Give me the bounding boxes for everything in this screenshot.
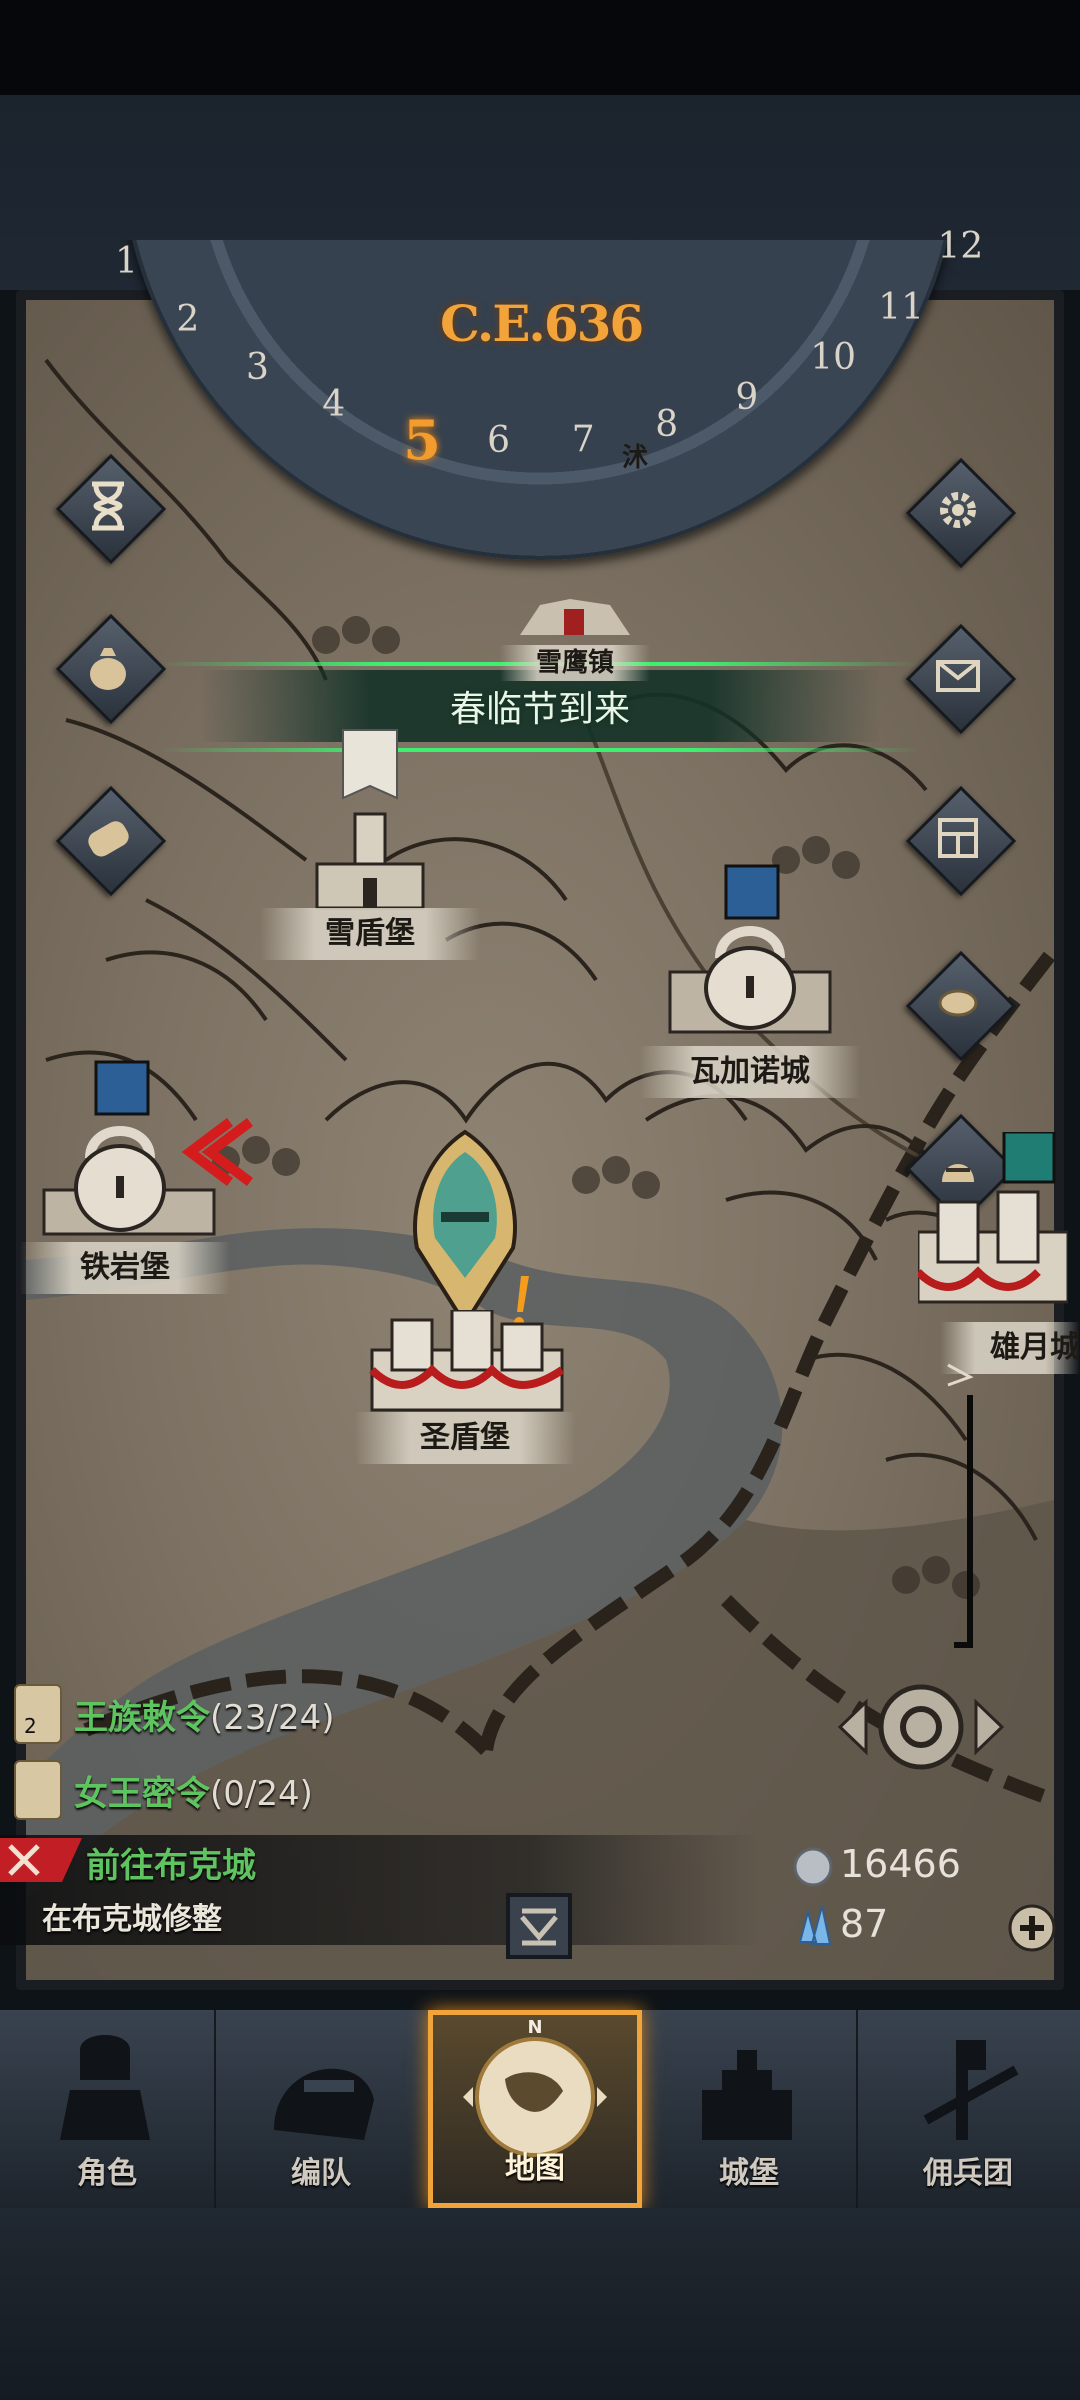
mail-button[interactable] [905,623,1017,735]
month-8: 8 [655,403,679,445]
scroll-button[interactable] [55,785,167,897]
helmet-icon [274,2068,374,2140]
month-11: 11 [878,286,925,328]
month-12: 12 [937,226,984,268]
quest-count: (0/24) [210,1774,313,1814]
snow-town-label: 雪鹰镇 [500,645,650,681]
month-3: 3 [246,347,269,389]
month-4: 4 [322,383,346,425]
bag-button[interactable] [55,613,167,725]
mail-icon [936,660,980,692]
quest-royal-decree[interactable]: 王族敕令(23/24) [74,1690,335,1739]
task-subtitle: 在布克城修整 [42,1902,222,1937]
snow-shield-fort-label: 雪盾堡 [260,908,480,960]
add-crystal-button[interactable] [1006,1902,1058,1954]
gear-icon [940,492,976,528]
holy-shield-fort-label: 圣盾堡 [355,1412,575,1464]
bottom-backdrop [0,2208,1080,2400]
quest-badge: 2 [24,1714,37,1738]
settings-button[interactable] [905,457,1017,569]
quest-queen-order[interactable]: 女王密令(0/24) [74,1766,313,1815]
nav-label: 编队 [291,2156,351,2191]
coin-icon [938,989,978,1017]
red-chevron-icon[interactable] [180,1112,260,1192]
calendar-dial[interactable] [120,240,960,580]
nav-label: 角色 [77,2156,137,2191]
nav-castle[interactable]: 城堡 [642,2010,858,2208]
month-6: 6 [487,420,511,461]
bottom-nav: 角色 编队 N 地图 城堡 佣兵团 [0,2010,1080,2208]
month-9: 9 [735,376,759,418]
scroll-icon [88,821,129,857]
month-10: 10 [810,337,857,379]
snow-town-icon[interactable] [510,585,640,645]
nav-label: 城堡 [719,2156,779,2191]
quest-title: 王族敕令 [74,1698,210,1738]
month-2: 2 [176,298,200,340]
silver-amount: 16466 [840,1842,961,1886]
castle-icon [702,2050,792,2140]
locate-button[interactable] [836,1672,1006,1782]
iron-rock-fort-label: 铁岩堡 [20,1242,230,1294]
window-button[interactable] [905,785,1017,897]
flag-pole-icon [947,1363,974,1648]
top-town-label: 沭 [621,443,648,473]
hourglass-button[interactable] [55,453,167,565]
royal-decree-scroll-icon[interactable]: 2 [14,1684,62,1744]
calendar-ring [120,240,960,560]
nav-mercenary[interactable]: 佣兵团 [856,2010,1080,2208]
window-icon [938,818,978,858]
crossed-swords-icon [0,1838,82,1882]
collapse-button[interactable] [506,1893,572,1959]
vagano-city-label: 瓦加诺城 [640,1046,860,1098]
banner-bottom-line [160,748,920,752]
year-label: C.E.636 [440,294,644,353]
nav-map[interactable]: N 地图 [428,2010,642,2208]
event-banner-text: 春临节到来 [449,689,630,730]
month-5: 5 [403,408,441,473]
status-bar-area [0,0,1080,95]
nav-label: 佣兵团 [923,2156,1013,2191]
nav-label: 地图 [505,2151,565,2186]
money-bag-icon [90,648,126,690]
coin-button[interactable] [905,950,1017,1062]
north-marker: N [527,2017,543,2038]
sword-banner-icon [923,2040,1019,2140]
nav-character[interactable]: 角色 [0,2010,216,2208]
snow-shield-fort-icon[interactable] [305,728,435,918]
crystal-icon [798,1905,832,1945]
queen-order-scroll-icon[interactable] [14,1760,62,1820]
task-title: 前往布克城 [86,1846,256,1886]
moon-city-icon[interactable] [918,1132,1068,1322]
knight-icon [60,2035,150,2140]
crystal-amount: 87 [840,1902,889,1946]
hourglass-icon [92,481,124,531]
silver-coin-icon [793,1847,833,1887]
quest-count: (23/24) [210,1698,335,1738]
nav-formation[interactable]: 编队 [214,2010,430,2208]
holy-shield-fort-icon[interactable] [362,1310,572,1420]
month-1: 1 [114,240,138,282]
quest-title: 女王密令 [74,1774,210,1814]
vagano-city-icon[interactable] [660,862,840,1052]
